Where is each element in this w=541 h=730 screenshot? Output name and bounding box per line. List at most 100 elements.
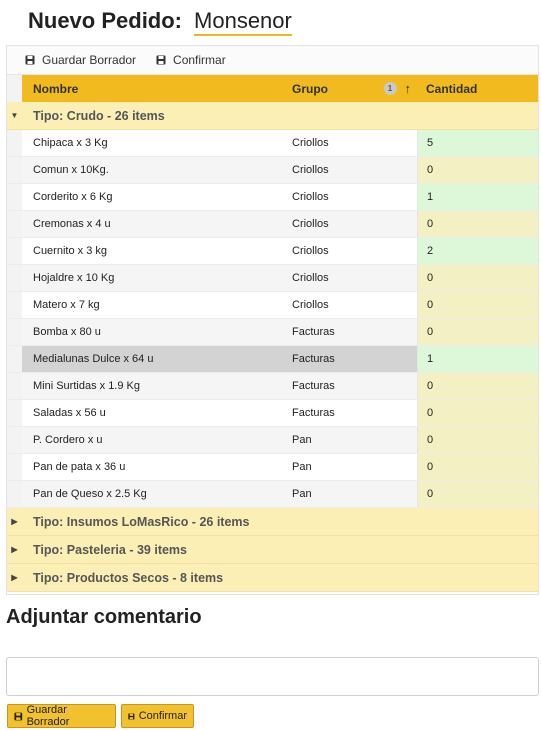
cell-nombre: Hojaldre x 10 Kg	[33, 272, 115, 284]
row-gutter	[7, 130, 22, 156]
grid-toolbar: Guardar Borrador Confirmar	[7, 46, 538, 75]
table-row[interactable]: P. Cordero x u Pan 0	[7, 427, 538, 454]
cell-cantidad[interactable]: 0	[417, 211, 538, 237]
table-row[interactable]: Corderito x 6 Kg Criollos 1	[7, 184, 538, 211]
column-header-nombre[interactable]: Nombre	[22, 75, 283, 102]
cell-nombre: Comun x 10Kg.	[33, 164, 109, 176]
row-gutter	[7, 346, 22, 372]
table-row[interactable]: Pan de pata x 36 u Pan 0	[7, 454, 538, 481]
table-row[interactable]: Pan de Queso x 2.5 Kg Pan 0	[7, 481, 538, 508]
toolbar-save-draft-button[interactable]: Guardar Borrador	[25, 53, 136, 67]
cell-cantidad[interactable]: 0	[417, 454, 538, 480]
cell-cantidad[interactable]: 1	[417, 184, 538, 210]
cell-nombre: Cuernito x 3 kg	[33, 245, 107, 257]
sort-order-badge: 1	[383, 82, 397, 95]
toolbar-confirm-button[interactable]: Confirmar	[156, 53, 226, 67]
cell-grupo: Pan	[292, 488, 312, 500]
group-label: Tipo: Pasteleria - 39 items	[33, 542, 187, 557]
comment-section-title: Adjuntar comentario	[6, 606, 202, 628]
table-row[interactable]: Matero x 7 kg Criollos 0	[7, 292, 538, 319]
row-gutter	[7, 157, 22, 183]
column-header-cantidad[interactable]: Cantidad	[417, 75, 538, 102]
cell-cantidad[interactable]: 0	[417, 481, 538, 507]
cell-grupo: Criollos	[292, 272, 329, 284]
grid-header: Nombre Grupo 1 ↑ Cantidad	[7, 75, 538, 102]
cell-grupo: Criollos	[292, 191, 329, 203]
grid-body: ▼ Tipo: Crudo - 26 items Chipaca x 3 Kg Cri…	[7, 102, 538, 592]
cell-nombre: Bomba x 80 u	[33, 326, 101, 338]
cell-nombre: P. Cordero x u	[33, 434, 103, 446]
table-row[interactable]: Cremonas x 4 u Criollos 0	[7, 211, 538, 238]
cell-nombre: Saladas x 56 u	[33, 407, 106, 419]
row-gutter	[7, 211, 22, 237]
table-row[interactable]: Mini Surtidas x 1.9 Kg Facturas 0	[7, 373, 538, 400]
table-row[interactable]: Medialunas Dulce x 64 u Facturas 1	[7, 346, 538, 373]
row-gutter	[7, 319, 22, 345]
page-title: Nuevo Pedido: Monsenor	[28, 8, 292, 38]
cell-grupo: Facturas	[292, 407, 335, 419]
floppy-disk-icon	[14, 712, 23, 720]
cell-grupo: Criollos	[292, 299, 329, 311]
table-row[interactable]: Comun x 10Kg. Criollos 0	[7, 157, 538, 184]
save-draft-label: Guardar Borrador	[26, 704, 70, 728]
table-row[interactable]: Chipaca x 3 Kg Criollos 5	[7, 130, 538, 157]
cell-cantidad[interactable]: 5	[417, 130, 538, 156]
confirm-button[interactable]: Confirmar	[121, 704, 194, 728]
group-row[interactable]: ▼ Tipo: Crudo - 26 items	[7, 102, 538, 130]
cell-cantidad[interactable]: 1	[417, 346, 538, 372]
cell-cantidad[interactable]: 0	[417, 319, 538, 345]
cell-nombre: Chipaca x 3 Kg	[33, 137, 108, 149]
save-draft-button[interactable]: Guardar Borrador	[7, 704, 116, 728]
row-gutter	[7, 427, 22, 453]
floppy-disk-icon	[25, 55, 35, 65]
cell-grupo: Pan	[292, 461, 312, 473]
header-gutter	[7, 75, 22, 102]
table-row[interactable]: Cuernito x 3 kg Criollos 2	[7, 238, 538, 265]
cell-nombre: Mini Surtidas x 1.9 Kg	[33, 380, 140, 392]
cell-grupo: Criollos	[292, 218, 329, 230]
cell-cantidad[interactable]: 0	[417, 373, 538, 399]
caret-down-icon[interactable]: ▼	[7, 111, 22, 120]
cell-cantidad[interactable]: 0	[417, 400, 538, 426]
column-header-grupo[interactable]: Grupo 1 ↑	[283, 75, 417, 102]
group-row[interactable]: ▶ Tipo: Pasteleria - 39 items	[7, 536, 538, 564]
comment-input[interactable]	[6, 657, 539, 696]
caret-right-icon[interactable]: ▶	[7, 517, 22, 526]
page-title-label: Nuevo Pedido:	[28, 8, 183, 33]
group-label: Tipo: Crudo - 26 items	[33, 108, 165, 123]
toolbar-save-draft-label: Guardar Borrador	[42, 53, 137, 67]
cell-nombre: Corderito x 6 Kg	[33, 191, 113, 203]
group-label: Tipo: Productos Secos - 8 items	[33, 570, 224, 585]
column-header-grupo-label: Grupo	[292, 81, 328, 96]
row-gutter	[7, 454, 22, 480]
cell-grupo: Pan	[292, 434, 312, 446]
cell-nombre: Matero x 7 kg	[33, 299, 100, 311]
cell-cantidad[interactable]: 0	[417, 265, 538, 291]
row-gutter	[7, 238, 22, 264]
cell-cantidad[interactable]: 2	[417, 238, 538, 264]
group-label: Tipo: Insumos LoMasRico - 26 items	[33, 514, 250, 529]
caret-right-icon[interactable]: ▶	[7, 545, 22, 554]
row-gutter	[7, 400, 22, 426]
cell-grupo: Facturas	[292, 326, 335, 338]
cell-cantidad[interactable]: 0	[417, 157, 538, 183]
cell-nombre: Cremonas x 4 u	[33, 218, 111, 230]
caret-right-icon[interactable]: ▶	[7, 573, 22, 582]
group-row[interactable]: ▶ Tipo: Productos Secos - 8 items	[7, 564, 538, 592]
cell-cantidad[interactable]: 0	[417, 427, 538, 453]
cell-cantidad[interactable]: 0	[417, 292, 538, 318]
group-row[interactable]: ▶ Tipo: Insumos LoMasRico - 26 items	[7, 508, 538, 536]
table-row[interactable]: Saladas x 56 u Facturas 0	[7, 400, 538, 427]
table-row[interactable]: Hojaldre x 10 Kg Criollos 0	[7, 265, 538, 292]
cell-nombre: Pan de Queso x 2.5 Kg	[33, 488, 147, 500]
cell-grupo: Criollos	[292, 137, 329, 149]
row-gutter	[7, 292, 22, 318]
cell-nombre: Medialunas Dulce x 64 u	[33, 353, 154, 365]
cell-grupo: Facturas	[292, 380, 335, 392]
table-row[interactable]: Bomba x 80 u Facturas 0	[7, 319, 538, 346]
row-gutter	[7, 481, 22, 507]
cell-grupo: Facturas	[292, 353, 335, 365]
arrow-up-icon: ↑	[404, 81, 412, 96]
row-gutter	[7, 184, 22, 210]
confirm-label: Confirmar	[138, 710, 187, 722]
